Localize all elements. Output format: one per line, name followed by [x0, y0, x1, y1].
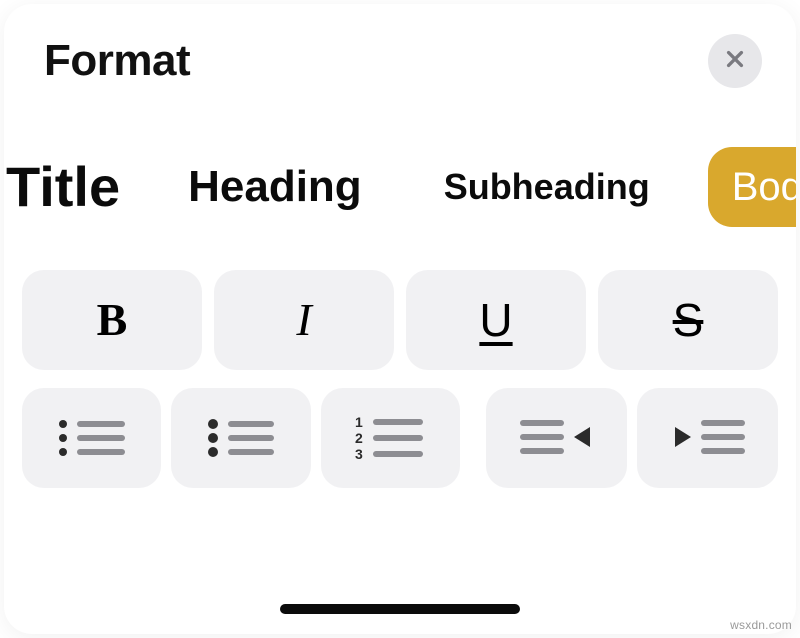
- italic-icon: I: [296, 293, 311, 346]
- indent-icon: [665, 414, 751, 462]
- numbered-list-button[interactable]: 1 2 3: [321, 388, 460, 488]
- svg-text:1: 1: [355, 414, 363, 430]
- numbered-list-icon: 1 2 3: [351, 413, 429, 463]
- outdent-icon: [514, 414, 600, 462]
- style-subheading[interactable]: Subheading: [420, 149, 674, 225]
- svg-text:3: 3: [355, 446, 363, 462]
- panel-title: Format: [44, 36, 190, 86]
- italic-button[interactable]: I: [214, 270, 394, 370]
- home-indicator[interactable]: [280, 604, 520, 614]
- outdent-button[interactable]: [486, 388, 627, 488]
- close-icon: [724, 48, 746, 75]
- format-panel: Format Title Heading Subheading Body M B…: [4, 4, 796, 634]
- strikethrough-button[interactable]: S: [598, 270, 778, 370]
- close-button[interactable]: [708, 34, 762, 88]
- style-title[interactable]: Title: [4, 138, 130, 236]
- indent-group: [486, 388, 778, 488]
- list-type-group: 1 2 3: [22, 388, 460, 488]
- panel-header: Format: [4, 4, 796, 98]
- style-body[interactable]: Body: [708, 147, 796, 227]
- dashed-list-button[interactable]: [22, 388, 161, 488]
- svg-text:2: 2: [355, 430, 363, 446]
- style-heading[interactable]: Heading: [164, 145, 386, 229]
- paragraph-styles-row[interactable]: Title Heading Subheading Body M: [4, 98, 796, 236]
- dashed-list-icon: [55, 414, 129, 462]
- underline-button[interactable]: U: [406, 270, 586, 370]
- watermark: wsxdn.com: [730, 618, 792, 632]
- bold-button[interactable]: B: [22, 270, 202, 370]
- bold-icon: B: [97, 293, 128, 346]
- bullet-list-button[interactable]: [171, 388, 310, 488]
- lists-row: 1 2 3: [4, 370, 796, 488]
- strikethrough-icon: S: [673, 293, 704, 347]
- indent-button[interactable]: [637, 388, 778, 488]
- underline-icon: U: [479, 293, 512, 347]
- inline-formatting-row: B I U S: [4, 236, 796, 370]
- bullet-list-icon: [204, 414, 278, 462]
